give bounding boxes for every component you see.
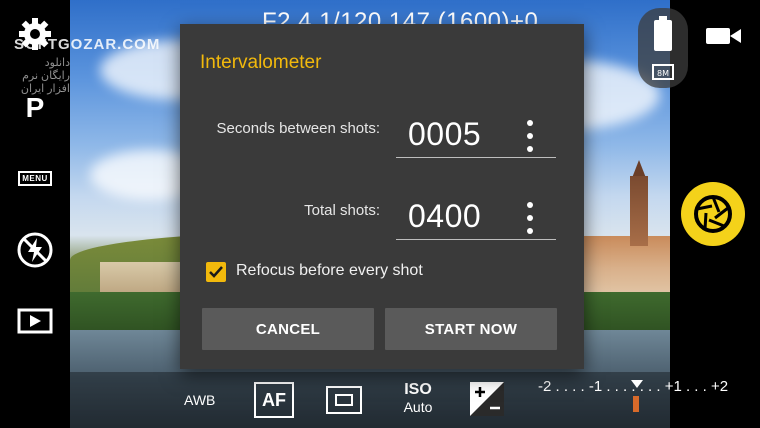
playback-icon[interactable] — [10, 306, 60, 336]
seconds-between-shots-value: 0005 — [408, 116, 482, 152]
iso-button[interactable]: ISO Auto — [398, 381, 438, 415]
iso-label: ISO — [404, 381, 432, 398]
menu-button[interactable]: MENU — [10, 166, 60, 190]
intervalometer-dialog: Intervalometer Seconds between shots: 00… — [180, 24, 584, 369]
resolution-icon: 8M — [652, 64, 674, 85]
total-shots-value: 0400 — [408, 198, 482, 234]
flash-off-icon[interactable] — [10, 230, 60, 270]
iso-value: Auto — [403, 399, 433, 415]
status-pill: 8M — [638, 8, 688, 88]
focus-mode-label: AF — [262, 389, 286, 410]
exposure-compensation-icon[interactable] — [470, 382, 504, 416]
cancel-button[interactable]: CANCEL — [202, 308, 374, 350]
total-shots-label: Total shots: — [304, 202, 380, 219]
shutter-button[interactable] — [681, 182, 745, 246]
menu-label: MENU — [18, 170, 52, 186]
metering-mode-icon[interactable] — [326, 386, 362, 414]
svg-text:8M: 8M — [657, 69, 669, 78]
total-shots-field[interactable]: 0400 — [396, 196, 556, 240]
shooting-mode-button[interactable]: P — [10, 88, 60, 128]
seconds-more-options-icon[interactable] — [520, 120, 540, 152]
watermark-text: SOFTGOZAR.COM — [14, 36, 161, 53]
refocus-checkbox[interactable] — [206, 262, 226, 282]
ev-indicator-icon — [631, 380, 643, 388]
seconds-between-shots-label: Seconds between shots: — [216, 120, 380, 137]
focus-mode-button[interactable]: AF — [254, 382, 294, 418]
aperture-icon — [694, 195, 732, 233]
church-tower — [630, 176, 648, 246]
ev-level-bar — [633, 396, 639, 412]
checkmark-icon — [209, 266, 223, 278]
left-toolbar: SOFTGOZAR.COM دانلود رایگان نرم افزار ای… — [0, 0, 159, 428]
white-balance-button[interactable]: AWB — [184, 392, 215, 408]
refocus-label[interactable]: Refocus before every shot — [236, 262, 423, 280]
seconds-between-shots-field[interactable]: 0005 — [396, 114, 556, 158]
start-now-button[interactable]: START NOW — [385, 308, 557, 350]
video-camera-icon[interactable] — [706, 26, 742, 51]
total-shots-more-options-icon[interactable] — [520, 202, 540, 234]
battery-icon — [653, 16, 673, 57]
dialog-title: Intervalometer — [200, 52, 322, 73]
metering-center — [335, 394, 353, 406]
